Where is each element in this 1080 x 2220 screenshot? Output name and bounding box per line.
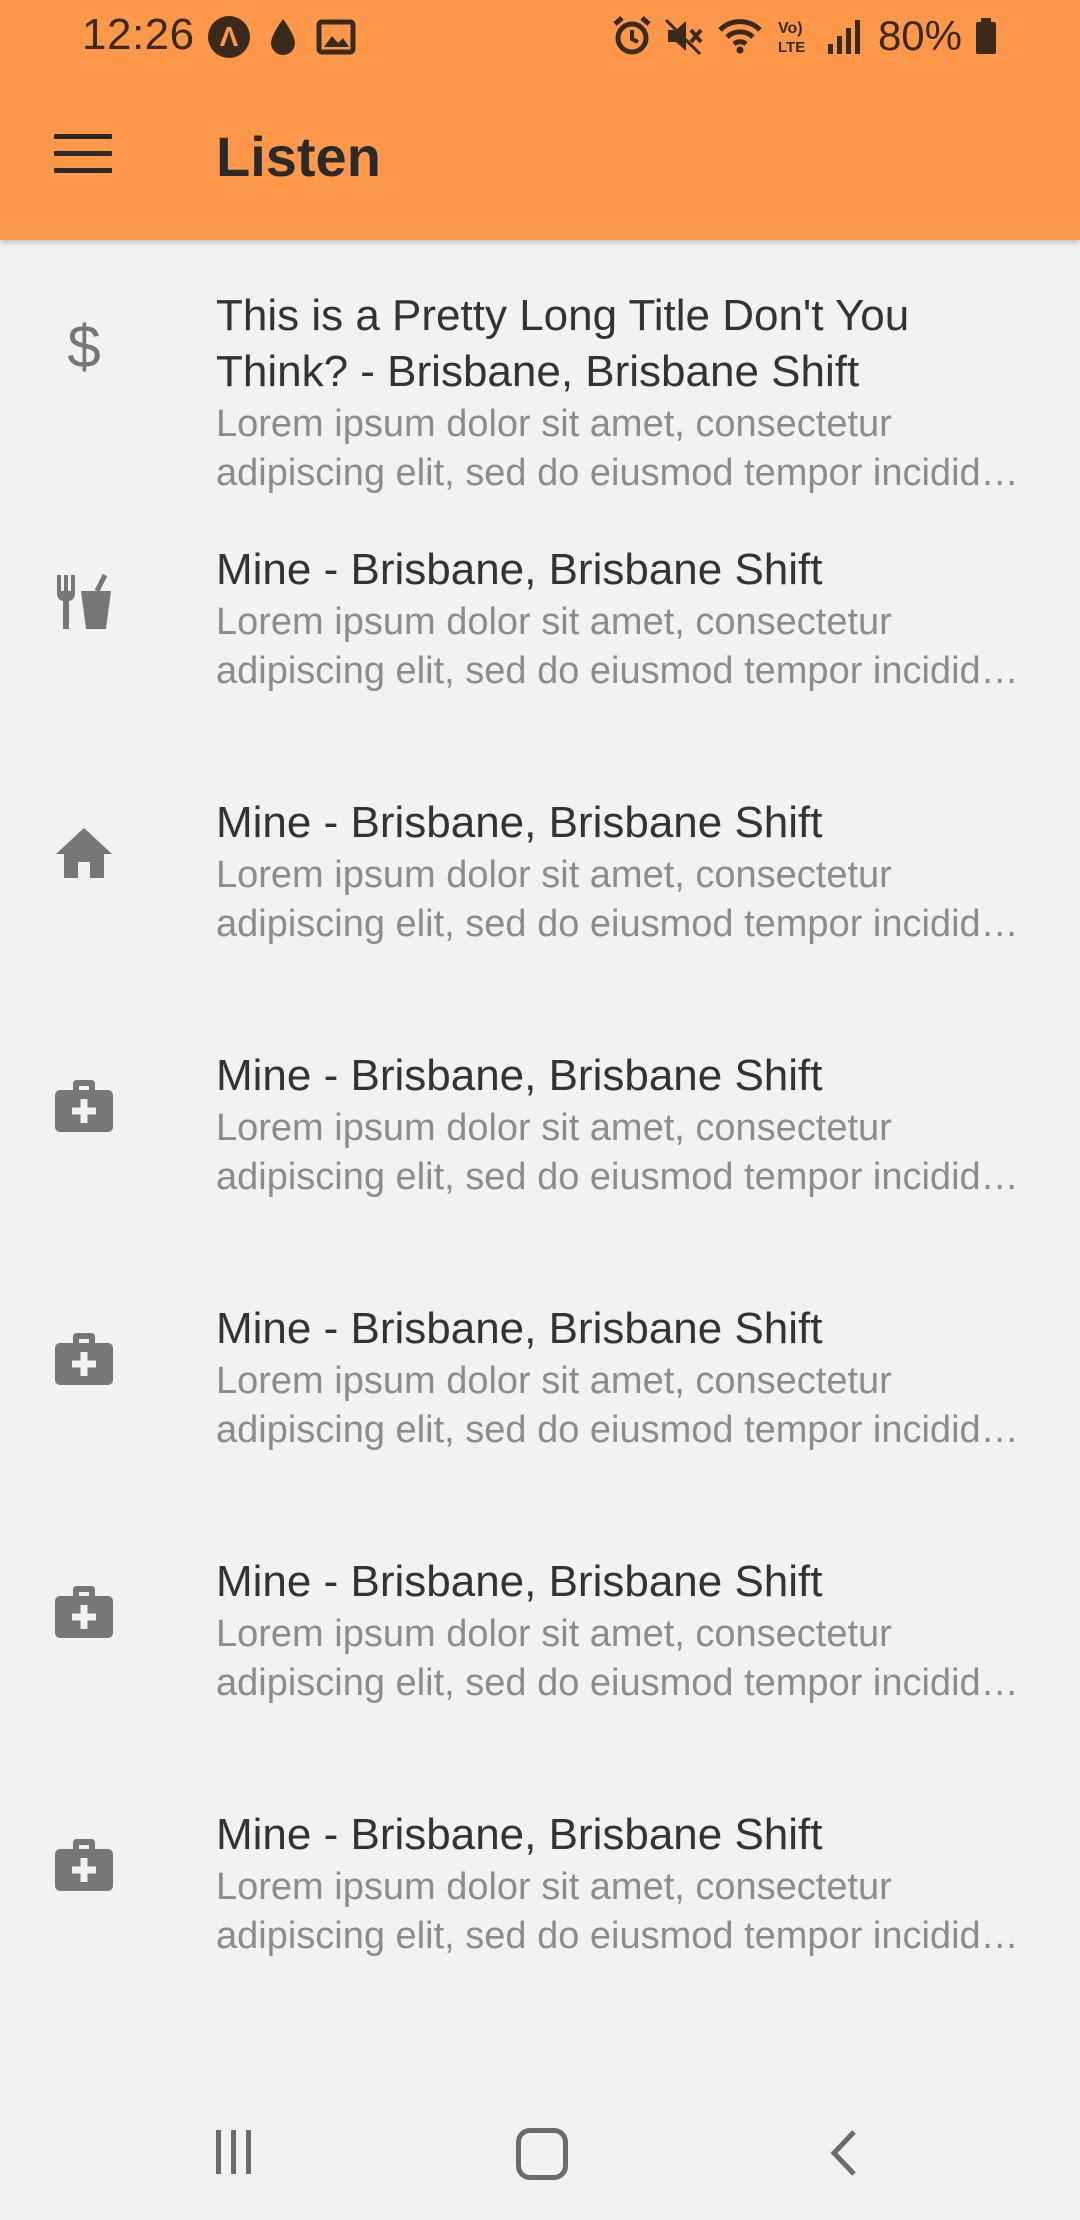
alarm-icon (613, 16, 651, 55)
list-item-text: Mine - Brisbane, Brisbane Shift Lorem ip… (216, 1048, 1036, 1202)
shift-list: $ This is a Pretty Long Title Don't You … (0, 240, 1080, 2028)
page-title: Listen (216, 125, 381, 188)
list-item-description: Lorem ipsum dolor sit amet, consectetur … (216, 1107, 1034, 1198)
recent-apps-button[interactable] (216, 2130, 260, 2174)
water-drop-icon (271, 19, 295, 55)
dollar-icon: $ (50, 314, 118, 382)
list-item-description: Lorem ipsum dolor sit amet, consectetur … (216, 1360, 1034, 1451)
recent-apps-icon (216, 2130, 221, 2174)
image-icon (316, 19, 356, 55)
recent-apps-icon-bar (246, 2130, 251, 2174)
back-button[interactable] (822, 2128, 866, 2178)
svg-text:LTE: LTE (778, 39, 805, 56)
home-button[interactable] (516, 2128, 568, 2180)
volte-icon: Vo) LTE (778, 20, 805, 56)
list-item[interactable]: Mine - Brisbane, Brisbane Shift Lorem ip… (0, 510, 1080, 763)
menu-icon (54, 134, 112, 139)
list-item-text: Mine - Brisbane, Brisbane Shift Lorem ip… (216, 542, 1036, 696)
list-item-text: Mine - Brisbane, Brisbane Shift Lorem ip… (216, 1301, 1036, 1455)
wifi-icon (718, 19, 762, 54)
list-item-title: Mine - Brisbane, Brisbane Shift (216, 1810, 823, 1859)
list-item[interactable]: Mine - Brisbane, Brisbane Shift Lorem ip… (0, 1775, 1080, 2028)
menu-icon-line (54, 151, 112, 156)
list-item-text: Mine - Brisbane, Brisbane Shift Lorem ip… (216, 795, 1036, 949)
list-item-title: Mine - Brisbane, Brisbane Shift (216, 1557, 823, 1606)
medical-bag-icon (50, 1578, 118, 1646)
list-item-title: Mine - Brisbane, Brisbane Shift (216, 545, 823, 594)
status-bar: 12:26 Λ Vo) LTE 80% (0, 0, 1080, 72)
medical-bag-icon (50, 1072, 118, 1140)
restaurant-icon (50, 568, 118, 636)
medical-bag-icon (50, 1325, 118, 1393)
app-notification-icon: Λ (208, 16, 250, 58)
list-item-title: Mine - Brisbane, Brisbane Shift (216, 1304, 823, 1353)
status-time: 12:26 (82, 10, 195, 59)
list-item-title: Mine - Brisbane, Brisbane Shift (216, 1051, 823, 1100)
list-item-text: Mine - Brisbane, Brisbane Shift Lorem ip… (216, 1807, 1036, 1961)
svg-text:Vo): Vo) (778, 20, 803, 37)
list-item-title: Mine - Brisbane, Brisbane Shift (216, 798, 823, 847)
mute-icon (664, 18, 703, 56)
app-bar: 12:26 Λ Vo) LTE 80% Listen (0, 0, 1080, 240)
list-item-text: Mine - Brisbane, Brisbane Shift Lorem ip… (216, 1554, 1036, 1708)
list-item-description: Lorem ipsum dolor sit amet, consectetur … (216, 1866, 1034, 1957)
list-item-description: Lorem ipsum dolor sit amet, consectetur … (216, 854, 1034, 945)
battery-percent: 80% (877, 12, 962, 59)
battery-icon (976, 18, 996, 54)
list-item-description: Lorem ipsum dolor sit amet, consectetur … (216, 403, 1034, 494)
system-nav-bar (0, 2100, 1080, 2220)
list-item-text: This is a Pretty Long Title Don't You Th… (216, 288, 1036, 498)
menu-button[interactable] (54, 134, 112, 180)
medical-bag-icon (50, 1831, 118, 1899)
list-item-title: This is a Pretty Long Title Don't You Th… (216, 291, 910, 396)
list-item[interactable]: Mine - Brisbane, Brisbane Shift Lorem ip… (0, 763, 1080, 1016)
list-item[interactable]: Mine - Brisbane, Brisbane Shift Lorem ip… (0, 1522, 1080, 1775)
back-icon (830, 2130, 856, 2176)
signal-icon (827, 20, 860, 54)
list-item[interactable]: $ This is a Pretty Long Title Don't You … (0, 240, 1080, 510)
list-item[interactable]: Mine - Brisbane, Brisbane Shift Lorem ip… (0, 1269, 1080, 1522)
status-right-icons: Vo) LTE 80% (612, 12, 998, 60)
list-item[interactable]: Mine - Brisbane, Brisbane Shift Lorem ip… (0, 1016, 1080, 1269)
list-item-description: Lorem ipsum dolor sit amet, consectetur … (216, 1613, 1034, 1704)
home-icon (50, 819, 118, 887)
recent-apps-icon-bar (231, 2130, 236, 2174)
svg-text:$: $ (67, 317, 100, 379)
menu-icon-line (54, 168, 112, 173)
list-item-description: Lorem ipsum dolor sit amet, consectetur … (216, 601, 1034, 692)
status-left-icons: Λ (208, 16, 356, 58)
